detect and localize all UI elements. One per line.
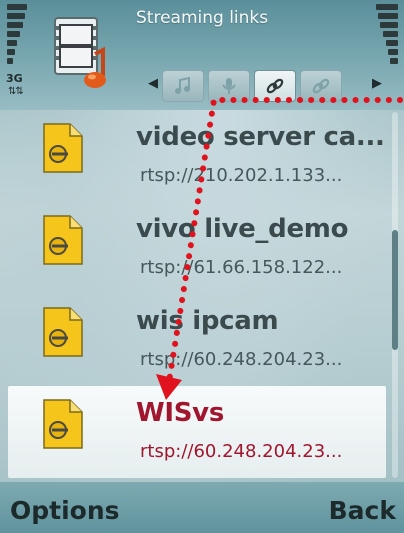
link-name: WISvs [136,398,225,428]
link-name: wis ipcam [136,306,279,336]
link-file-icon [38,212,88,270]
link-file-icon [38,120,88,178]
tab-right-arrow-icon[interactable]: ▶ [372,76,382,91]
video-app-icon [45,14,115,96]
options-softkey[interactable]: Options [10,496,120,525]
list-item-selected[interactable]: WISvs rtsp://60.248.204.23... [8,386,386,478]
microphone-icon [222,78,236,94]
link-file-icon [38,396,88,454]
network-type-label: 3G [6,72,23,85]
tab-microphone[interactable] [208,70,250,102]
list-item[interactable]: wis ipcam rtsp://60.248.204.23... [0,294,386,386]
link-url: rtsp://210.202.1.133... [140,165,343,186]
link-url: rtsp://60.248.204.23... [140,441,343,462]
softkey-bar: Options Back [0,482,404,533]
tab-music[interactable] [162,70,204,102]
battery-level-icon [374,4,398,70]
list-item[interactable]: video server ca... rtsp://210.202.1.133.… [0,110,386,202]
list-scrollbar[interactable] [392,112,398,478]
scrollbar-thumb[interactable] [392,230,398,350]
link-alt-icon [312,78,330,94]
streaming-links-list: video server ca... rtsp://210.202.1.133.… [0,110,404,480]
music-note-icon [175,76,190,94]
back-softkey[interactable]: Back [329,496,396,525]
phone-screen: 3G ⇅⇅ Streaming links ◀ ▶ video server c… [0,0,404,533]
signal-strength-icon [7,4,29,70]
link-file-icon [38,304,88,362]
link-url: rtsp://61.66.158.122... [140,257,343,278]
tab-links-alt[interactable] [300,70,342,102]
tab-streaming-links[interactable] [254,70,296,102]
tab-left-arrow-icon[interactable]: ◀ [148,76,158,91]
list-item[interactable]: vivo live_demo rtsp://61.66.158.122... [0,202,386,294]
link-icon [266,78,284,94]
category-tabs: ◀ ▶ [148,68,388,102]
page-title: Streaming links [136,8,269,28]
link-name: vivo live_demo [136,214,349,244]
status-header: 3G ⇅⇅ Streaming links ◀ ▶ [0,0,404,110]
data-transfer-icon: ⇅⇅ [8,86,24,97]
link-url: rtsp://60.248.204.23... [140,349,343,370]
link-name: video server ca... [136,122,385,152]
